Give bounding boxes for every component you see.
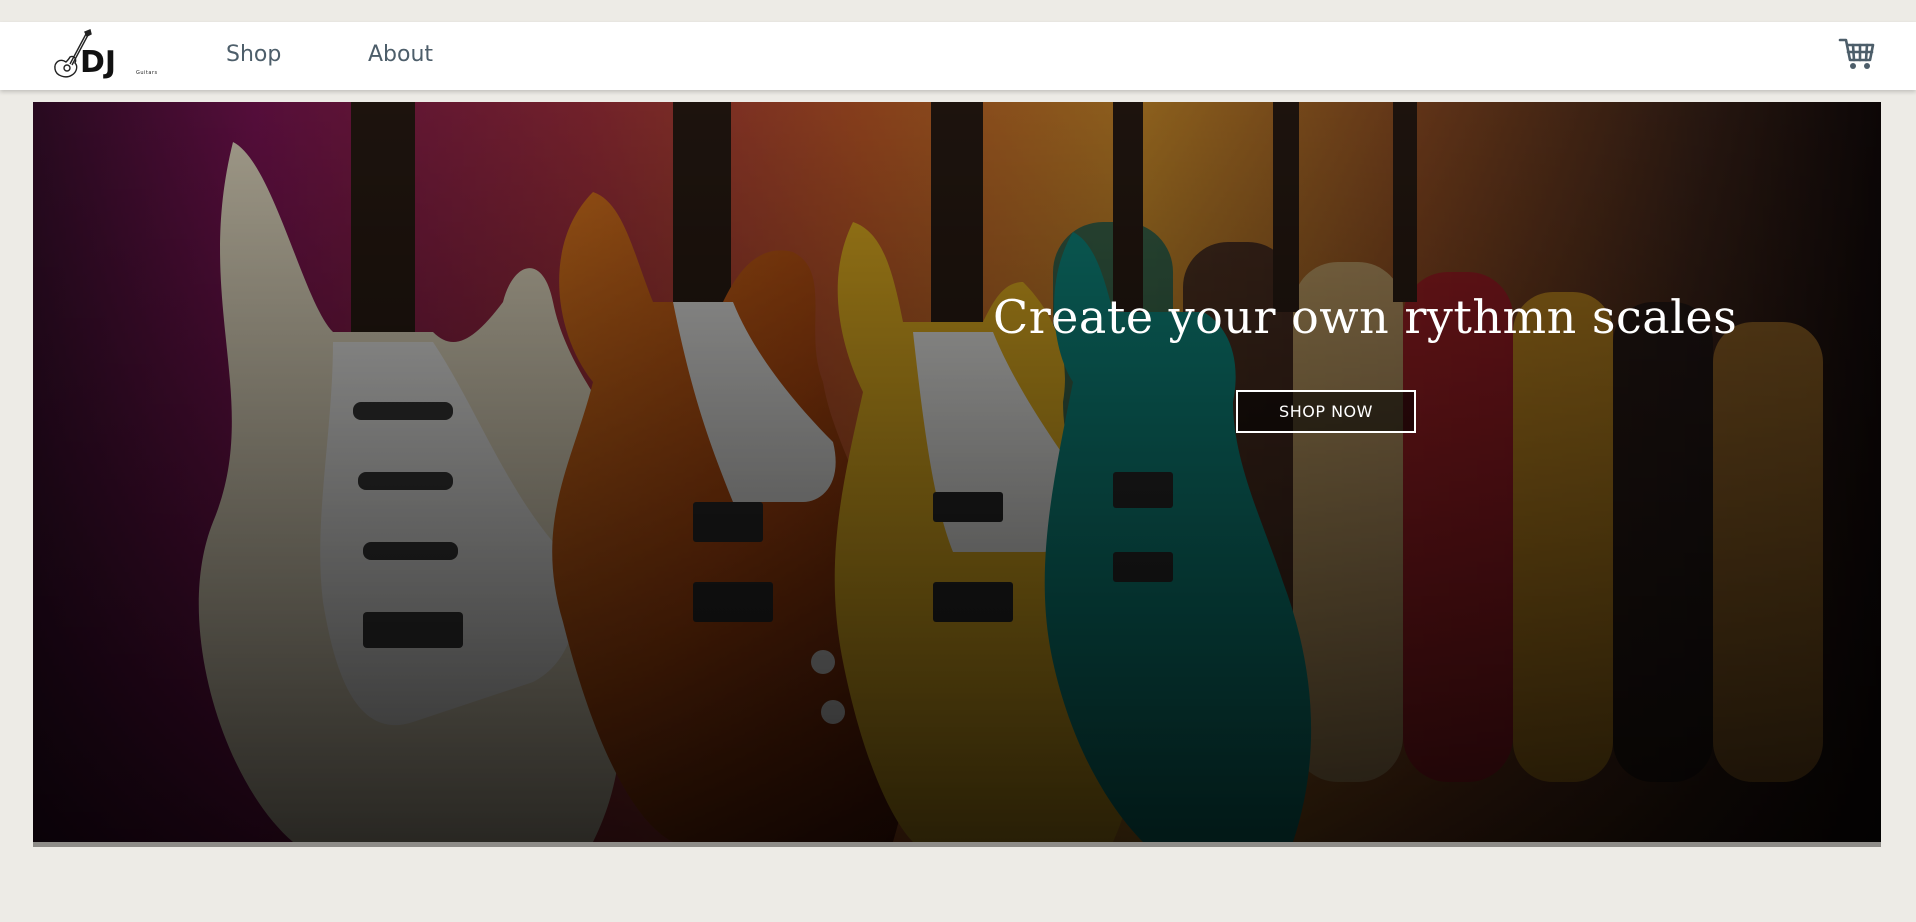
- logo-text: DJ: [80, 45, 116, 80]
- navbar: DJ Guitars Shop About: [0, 22, 1916, 90]
- shopping-cart-icon[interactable]: [1838, 36, 1876, 72]
- hero-title: Create your own rythmn scales: [993, 290, 1738, 344]
- brand-logo[interactable]: DJ Guitars: [50, 28, 170, 80]
- hero-overlay: [33, 102, 1881, 842]
- hero-banner: Create your own rythmn scales SHOP NOW: [33, 102, 1881, 847]
- nav-link-about[interactable]: About: [368, 40, 433, 70]
- logo-subtext: Guitars: [136, 70, 158, 76]
- nav-link-shop[interactable]: Shop: [226, 40, 281, 70]
- shop-now-button[interactable]: SHOP NOW: [1236, 390, 1416, 433]
